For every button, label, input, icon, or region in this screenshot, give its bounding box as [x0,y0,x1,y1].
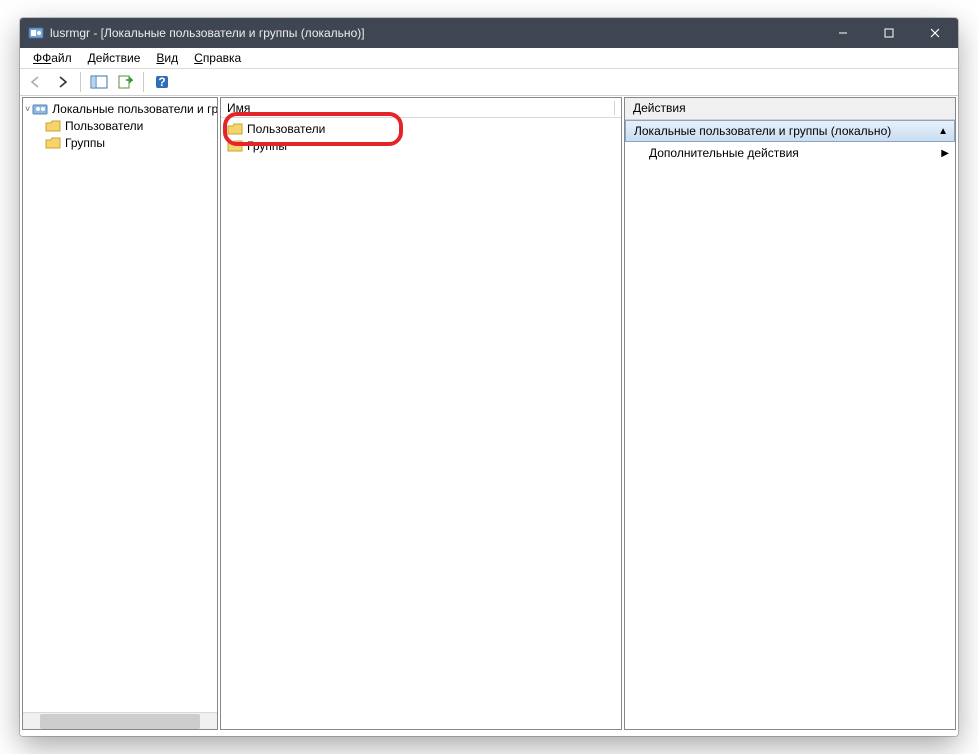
app-icon [28,25,44,41]
toolbar-separator [80,72,81,92]
tree-root[interactable]: ˅ Локальные пользователи и группы [23,100,217,117]
tree[interactable]: ˅ Локальные пользователи и группы Пользо… [23,98,217,712]
folder-icon [227,122,243,136]
tree-hscrollbar[interactable] [23,712,217,729]
folder-icon [45,119,61,133]
forward-button[interactable] [50,70,74,94]
body: ˅ Локальные пользователи и группы Пользо… [20,96,958,730]
tree-users-label: Пользователи [65,119,143,133]
actions-context-label: Локальные пользователи и группы (локальн… [634,124,891,138]
maximize-button[interactable] [866,18,912,48]
actions-header: Действия [625,98,955,120]
window-title: lusrmgr - [Локальные пользователи и груп… [50,26,820,40]
list[interactable]: Пользователи Группы [221,118,621,729]
actions-panel: Действия Локальные пользователи и группы… [624,97,956,730]
close-button[interactable] [912,18,958,48]
svg-text:?: ? [158,75,165,89]
folder-icon [45,136,61,150]
app-window: lusrmgr - [Локальные пользователи и груп… [20,18,958,736]
list-users-label: Пользователи [247,122,325,136]
menu-file-text: Файл [42,51,72,65]
back-button [24,70,48,94]
menubar: ФФайл/*placeholder*/Файл Действие Вид Сп… [20,48,958,68]
column-header-name-label: Имя [227,101,250,115]
toolbar: ? [20,68,958,96]
menu-view-text: Вид [156,51,178,65]
toolbar-separator-2 [143,72,144,92]
titlebar: lusrmgr - [Локальные пользователи и груп… [20,18,958,48]
show-hide-tree-button[interactable] [87,70,111,94]
list-item-users[interactable]: Пользователи [221,120,621,137]
menu-help-text: Справка [194,51,241,65]
actions-context-heading[interactable]: Локальные пользователи и группы (локальн… [625,120,955,142]
list-item-groups[interactable]: Группы [221,137,621,154]
collapse-arrow-icon: ▲ [938,126,948,137]
menu-view[interactable]: Вид [149,50,185,66]
column-header-name[interactable]: Имя [221,98,621,118]
export-list-button[interactable] [113,70,137,94]
users-groups-icon [32,102,48,116]
actions-more[interactable]: Дополнительные действия ▶ [625,142,955,164]
list-panel: Имя Пользователи Группы [220,97,622,730]
tree-item-groups[interactable]: Группы [23,134,217,151]
tree-panel: ˅ Локальные пользователи и группы Пользо… [22,97,218,730]
statusbar [20,730,958,736]
menu-action-text: Действие [88,51,141,65]
help-button[interactable]: ? [150,70,174,94]
tree-item-users[interactable]: Пользователи [23,117,217,134]
menu-action[interactable]: Действие [81,50,148,66]
list-groups-label: Группы [247,139,287,153]
minimize-button[interactable] [820,18,866,48]
submenu-arrow-icon: ▶ [941,148,949,159]
menu-file[interactable]: ФФайл/*placeholder*/Файл [26,50,79,66]
tree-groups-label: Группы [65,136,105,150]
tree-root-label: Локальные пользователи и группы [52,102,217,116]
collapse-icon[interactable]: ˅ [25,104,30,114]
actions-more-label: Дополнительные действия [649,146,799,160]
folder-icon [227,139,243,153]
actions-header-label: Действия [633,101,686,115]
menu-help[interactable]: Справка [187,50,248,66]
